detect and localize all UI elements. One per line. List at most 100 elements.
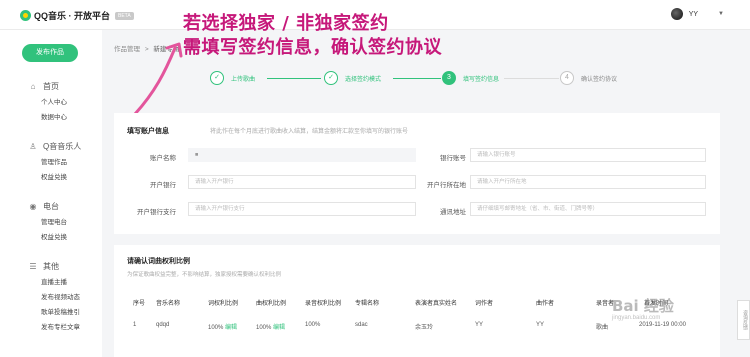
- nav-head-label: 其他: [43, 261, 59, 271]
- bank-name-field[interactable]: 请输入开户银行: [188, 175, 416, 189]
- step-label: 选择签约模式: [345, 76, 382, 83]
- cell-lyric-ratio: 100% 编辑: [208, 322, 237, 331]
- account-name-field[interactable]: ■: [188, 148, 416, 162]
- nav-group-radio: ◉ 电台 管理电台 权益兑换: [0, 200, 102, 245]
- chevron-down-icon[interactable]: ▼: [718, 11, 724, 17]
- account-card-tip: 将此作在每个月底进行歌曲收入结算，结算金额将汇款至你填写的银行账号: [210, 129, 409, 135]
- sidebar-item-data-center[interactable]: 数据中心: [0, 110, 102, 125]
- cell-lyricist: YY: [475, 322, 484, 328]
- nav-head-label: 电台: [43, 201, 59, 211]
- step-number: 3: [442, 71, 456, 85]
- table-header: 词权利比例: [208, 301, 239, 307]
- edit-music-ratio-link[interactable]: 编辑: [273, 325, 285, 331]
- bank-branch-field[interactable]: 请输入开户银行支行: [188, 202, 416, 216]
- step-fill-info: 3 填写签约信息: [442, 71, 499, 85]
- publish-work-button[interactable]: 发布作品: [22, 44, 78, 62]
- annotation-arrow-icon: [133, 42, 183, 116]
- step-confirm-agreement: 4 确认签约协议: [560, 71, 617, 85]
- bank-name-label: 开户银行: [150, 182, 176, 189]
- account-card-title: 填写账户信息: [127, 128, 169, 135]
- table-header: 曲权利比例: [256, 301, 287, 307]
- nav-head-other[interactable]: ☰ 其他: [0, 260, 102, 272]
- bank-branch-label: 开户银行支行: [137, 209, 176, 216]
- table-header: 序号: [133, 301, 146, 307]
- nav-group-musician: ♙ Q音音乐人 管理作品 权益兑换: [0, 140, 102, 185]
- mail-address-label: 通讯地址: [440, 209, 466, 216]
- mail-address-field[interactable]: 请仔细填写邮寄地址（省、市、街道、门牌号等）: [470, 202, 706, 216]
- user-menu[interactable]: YY ▼: [670, 8, 724, 20]
- sidebar: 发布作品 ⌂ 首页 个人中心 数据中心 ♙ Q音音乐人 管理作品 权益兑换 ◉ …: [0, 30, 102, 357]
- step-select-mode: ✓ 选择签约模式: [324, 71, 381, 85]
- cell-recorder: 歌曲: [596, 325, 609, 331]
- nav-head-musician[interactable]: ♙ Q音音乐人: [0, 140, 102, 152]
- logo-text: QQ音乐 · 开放平台: [34, 11, 110, 21]
- account-name-label: 账户名称: [150, 155, 176, 162]
- bank-account-label: 银行账号: [440, 155, 466, 162]
- sidebar-item-manage-radio[interactable]: 管理电台: [0, 215, 102, 230]
- menu-icon: ☰: [29, 261, 37, 271]
- music-ratio-value: 100%: [256, 325, 272, 331]
- step-label: 上传歌曲: [231, 76, 256, 83]
- step-connector: [393, 78, 441, 79]
- sidebar-item-live-host[interactable]: 直播主播: [0, 275, 102, 290]
- table-header: 词作者: [475, 301, 494, 307]
- bank-location-field[interactable]: 请输入开户行所在地: [470, 175, 706, 189]
- sidebar-item-personal-center[interactable]: 个人中心: [0, 95, 102, 110]
- cell-music-ratio: 100% 编辑: [256, 322, 285, 331]
- check-icon: ✓: [210, 71, 224, 85]
- step-upload-song: ✓ 上传歌曲: [210, 71, 255, 85]
- radio-icon: ◉: [29, 201, 37, 211]
- cell-music-name: qdqd: [156, 322, 170, 328]
- qq-music-logo-icon: [20, 10, 31, 21]
- table-header: 表演者真实姓名: [415, 301, 458, 307]
- feedback-side-tab[interactable]: 咨询反馈: [737, 300, 750, 340]
- beta-badge: BETA: [115, 11, 134, 20]
- check-icon: ✓: [324, 71, 338, 85]
- step-number: 4: [560, 71, 574, 85]
- rights-card-title: 请确认词曲权利比例: [127, 258, 190, 265]
- bank-account-field[interactable]: 请输入银行账号: [470, 148, 706, 162]
- cell-record-ratio: 100%: [305, 322, 321, 328]
- person-icon: ♙: [29, 141, 37, 151]
- user-name[interactable]: YY: [689, 11, 698, 18]
- cell-release-time: 2019-11-19 00:00: [639, 322, 686, 328]
- nav-head-label: 首页: [43, 81, 59, 91]
- sidebar-item-manage-works[interactable]: 管理作品: [0, 155, 102, 170]
- cell-performer: 余玉玲: [415, 325, 434, 331]
- table-header: 录音权利比例: [305, 301, 342, 307]
- table-header: 曲作者: [536, 301, 555, 307]
- avatar[interactable]: [670, 8, 683, 20]
- progress-steps: ✓ 上传歌曲 ✓ 选择签约模式 3 填写签约信息 4 确认签约协议: [193, 71, 633, 89]
- step-label: 确认签约协议: [581, 76, 618, 83]
- sidebar-item-column-article[interactable]: 发布专栏文章: [0, 320, 102, 335]
- step-connector: [504, 78, 559, 79]
- nav-head-label: Q音音乐人: [43, 141, 82, 151]
- step-connector: [267, 78, 321, 79]
- watermark-site: jingyan.baidu.com: [612, 315, 661, 321]
- nav-group-home: ⌂ 首页 个人中心 数据中心: [0, 80, 102, 125]
- nav-head-home[interactable]: ⌂ 首页: [0, 80, 102, 92]
- nav-group-other: ☰ 其他 直播主播 发布视频动态 歌单投稿推引 发布专栏文章: [0, 260, 102, 335]
- annotation-line-2: 需填写签约信息，确认签约协议: [183, 37, 442, 58]
- table-header: 专辑名称: [355, 301, 380, 307]
- nav-head-radio[interactable]: ◉ 电台: [0, 200, 102, 212]
- bank-location-label: 开户行所在地: [427, 182, 466, 189]
- cell-album: sdac: [355, 322, 368, 328]
- cell-composer: YY: [536, 322, 545, 328]
- step-label: 填写签约信息: [463, 76, 500, 83]
- logo[interactable]: QQ音乐 · 开放平台 BETA: [20, 9, 134, 22]
- cell-index: 1: [133, 322, 137, 328]
- edit-lyric-ratio-link[interactable]: 编辑: [225, 325, 237, 331]
- account-info-card: 填写账户信息 将此作在每个月底进行歌曲收入结算，结算金额将汇款至你填写的银行账号…: [114, 113, 720, 234]
- annotation-text: 若选择独家 / 非独家签约 需填写签约信息，确认签约协议: [183, 12, 442, 60]
- annotation-line-1: 若选择独家 / 非独家签约: [183, 13, 389, 34]
- home-icon: ⌂: [30, 81, 36, 91]
- rights-card-subtitle: 为保证歌曲权益完整，不影响结算，独家授权需要确认权利比例: [127, 272, 282, 278]
- sidebar-item-video-post[interactable]: 发布视频动态: [0, 290, 102, 305]
- table-header: 音乐名称: [156, 301, 181, 307]
- lyric-ratio-value: 100%: [208, 325, 224, 331]
- sidebar-item-rights-exchange[interactable]: 权益兑换: [0, 170, 102, 185]
- watermark-logo: Bai 经验: [612, 297, 674, 315]
- sidebar-item-radio-rights-exchange[interactable]: 权益兑换: [0, 230, 102, 245]
- sidebar-item-playlist-submit[interactable]: 歌单投稿推引: [0, 305, 102, 320]
